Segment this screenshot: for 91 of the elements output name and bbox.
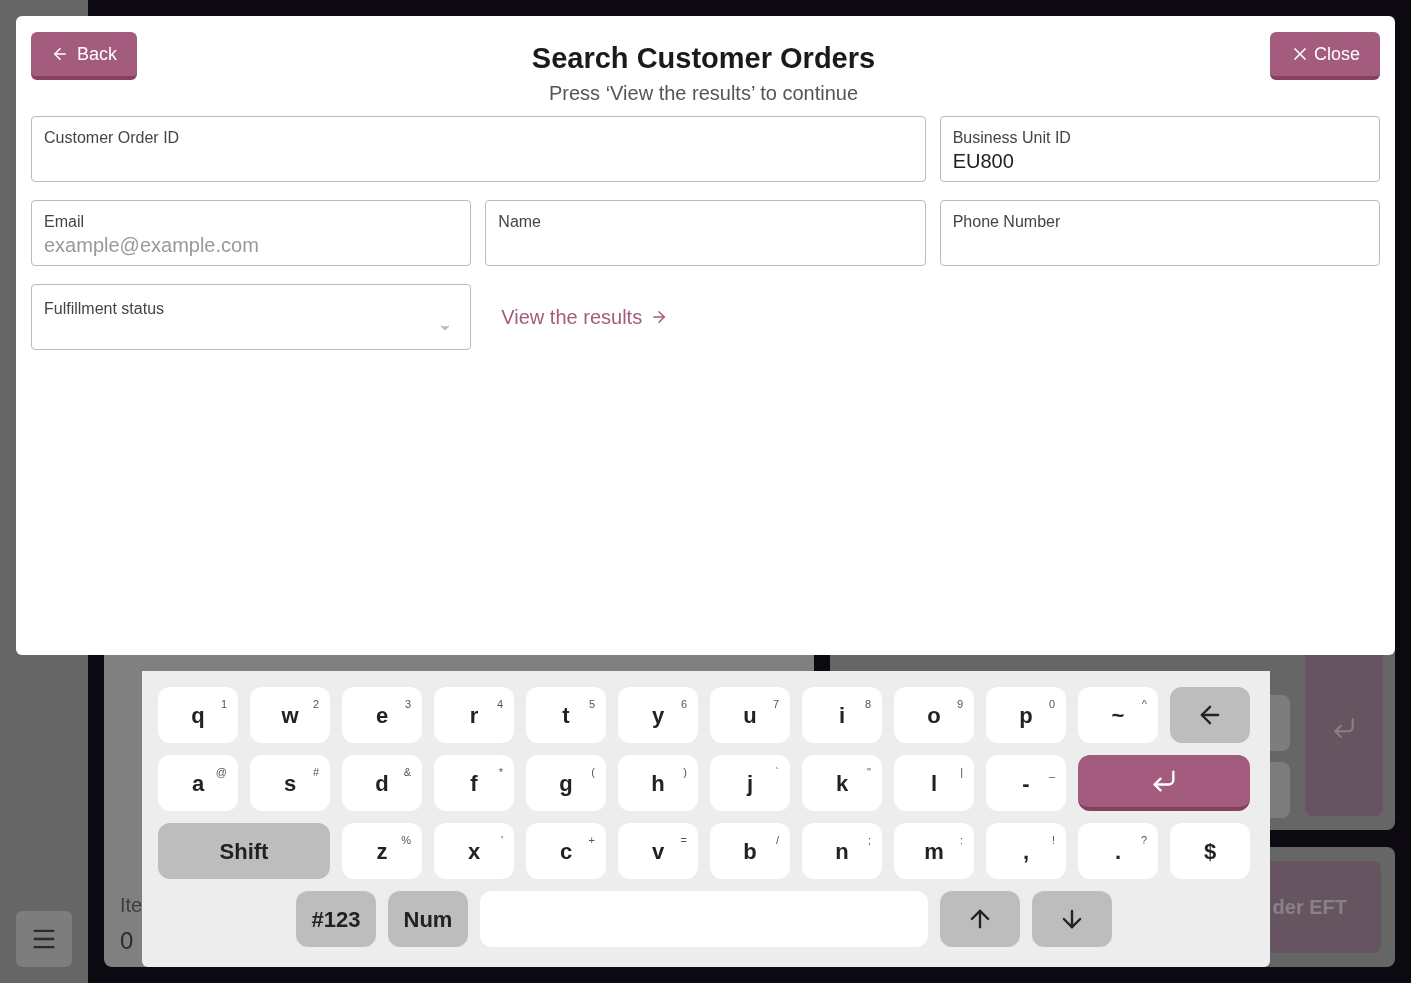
key-alt-char: & — [403, 765, 411, 780]
text-field[interactable]: Email example@example.com — [31, 200, 472, 266]
key-alt-char: 7 — [772, 697, 779, 712]
keyboard-key[interactable]: g ( — [526, 755, 606, 811]
keyboard-key[interactable]: d & — [342, 755, 422, 811]
key-alt-char: = — [680, 833, 687, 848]
keyboard-key[interactable]: c + — [526, 823, 606, 879]
mode-key[interactable]: #123 — [296, 891, 376, 947]
key-alt-char: ! — [1051, 833, 1055, 848]
key-alt-char: # — [312, 765, 319, 780]
keyboard-key[interactable]: ~ ^ — [1078, 687, 1158, 743]
keyboard-key[interactable]: s # — [250, 755, 330, 811]
key-alt-char: @ — [215, 765, 227, 780]
key-alt-char: 6 — [680, 697, 687, 712]
keyboard-key[interactable]: j ` — [710, 755, 790, 811]
key-alt-char: " — [867, 765, 871, 780]
key-alt-char: ) — [683, 765, 687, 780]
text-field[interactable]: Business Unit ID EU800 — [939, 116, 1380, 182]
select-field[interactable]: Fulfillment status — [31, 284, 472, 350]
backspace-key[interactable] — [1170, 687, 1250, 743]
items-count: 0 — [120, 926, 134, 956]
key-alt-char: _ — [1048, 765, 1055, 780]
close-button[interactable]: Close — [1269, 32, 1380, 80]
field-label: Email — [44, 213, 85, 231]
key-alt-char: 1 — [220, 697, 227, 712]
keyboard-key[interactable]: i 8 — [802, 687, 882, 743]
key-alt-char: ? — [1140, 833, 1147, 848]
key-alt-char: 5 — [588, 697, 595, 712]
key-alt-char: % — [401, 833, 411, 848]
key-alt-char: 9 — [956, 697, 963, 712]
key-alt-char: : — [959, 833, 963, 848]
keyboard-key[interactable]: v = — [618, 823, 698, 879]
text-field[interactable]: Name — [485, 200, 926, 266]
dialog-subtitle: Press ‘View the results’ to continue — [548, 81, 858, 106]
keyboard-key[interactable]: k " — [802, 755, 882, 811]
key-alt-char: | — [960, 765, 963, 780]
keyboard-key[interactable]: a @ — [158, 755, 238, 811]
key-alt-char: / — [775, 833, 779, 848]
key-alt-char: ; — [867, 833, 871, 848]
key-alt-char: 4 — [496, 697, 503, 712]
key-alt-char: ( — [591, 765, 595, 780]
keyboard-key[interactable]: , ! — [986, 823, 1066, 879]
arrow-up-key[interactable] — [940, 891, 1020, 947]
keyboard-key[interactable]: u 7 — [710, 687, 790, 743]
keyboard-key[interactable]: h ) — [618, 755, 698, 811]
keyboard-key[interactable]: - _ — [986, 755, 1066, 811]
field-input[interactable]: example@example.com — [44, 233, 459, 257]
key-alt-char: + — [588, 833, 595, 848]
keyboard-key[interactable]: o 9 — [894, 687, 974, 743]
keyboard-key[interactable]: . ? — [1078, 823, 1158, 879]
key-alt-char: 3 — [404, 697, 411, 712]
menu-button[interactable] — [16, 911, 72, 967]
items-label: Ite — [120, 893, 143, 918]
key-alt-char: ` — [775, 765, 779, 780]
dialog-title: Search Customer Orders — [531, 42, 876, 74]
keyboard-key[interactable]: t 5 — [526, 687, 606, 743]
key-alt-char: ' — [500, 833, 503, 848]
key-alt-char: ^ — [1141, 697, 1147, 712]
view-results-link[interactable]: View the results — [501, 302, 669, 332]
keyboard-key[interactable]: l | — [894, 755, 974, 811]
key-alt-char: 8 — [864, 697, 871, 712]
keyboard-key[interactable]: w 2 — [250, 687, 330, 743]
field-label: Business Unit ID — [952, 129, 1072, 147]
key-alt-char: * — [498, 765, 503, 780]
text-field[interactable]: Customer Order ID — [31, 116, 926, 182]
keyboard-key[interactable]: m : — [894, 823, 974, 879]
keyboard-key[interactable]: b / — [710, 823, 790, 879]
field-label: Phone Number — [952, 213, 1062, 231]
arrow-down-key[interactable] — [1032, 891, 1112, 947]
keyboard-key[interactable]: y 6 — [618, 687, 698, 743]
keyboard-key[interactable]: $ — [1170, 823, 1250, 879]
field-label: Name — [498, 213, 542, 231]
keyboard-key[interactable]: q 1 — [158, 687, 238, 743]
shift-key[interactable]: Shift — [158, 823, 330, 879]
text-field[interactable]: Phone Number — [939, 200, 1380, 266]
enter-key[interactable] — [1078, 755, 1250, 811]
key-alt-char: 2 — [312, 697, 319, 712]
return-icon — [1331, 715, 1357, 741]
key-alt-char: 0 — [1048, 697, 1055, 712]
keyboard-key[interactable]: x ' — [434, 823, 514, 879]
keyboard-key[interactable]: z % — [342, 823, 422, 879]
field-label: Fulfillment status — [44, 299, 166, 319]
field-input[interactable]: EU800 — [952, 149, 1367, 173]
keyboard-key[interactable]: p 0 — [986, 687, 1066, 743]
keyboard-key[interactable]: e 3 — [342, 687, 422, 743]
field-label: Customer Order ID — [44, 129, 181, 147]
keyboard-key[interactable]: r 4 — [434, 687, 514, 743]
keyboard-key[interactable]: f * — [434, 755, 514, 811]
back-button[interactable]: Back — [31, 32, 138, 80]
mode-key[interactable]: Num — [388, 891, 468, 947]
keyboard-key[interactable]: n ; — [802, 823, 882, 879]
